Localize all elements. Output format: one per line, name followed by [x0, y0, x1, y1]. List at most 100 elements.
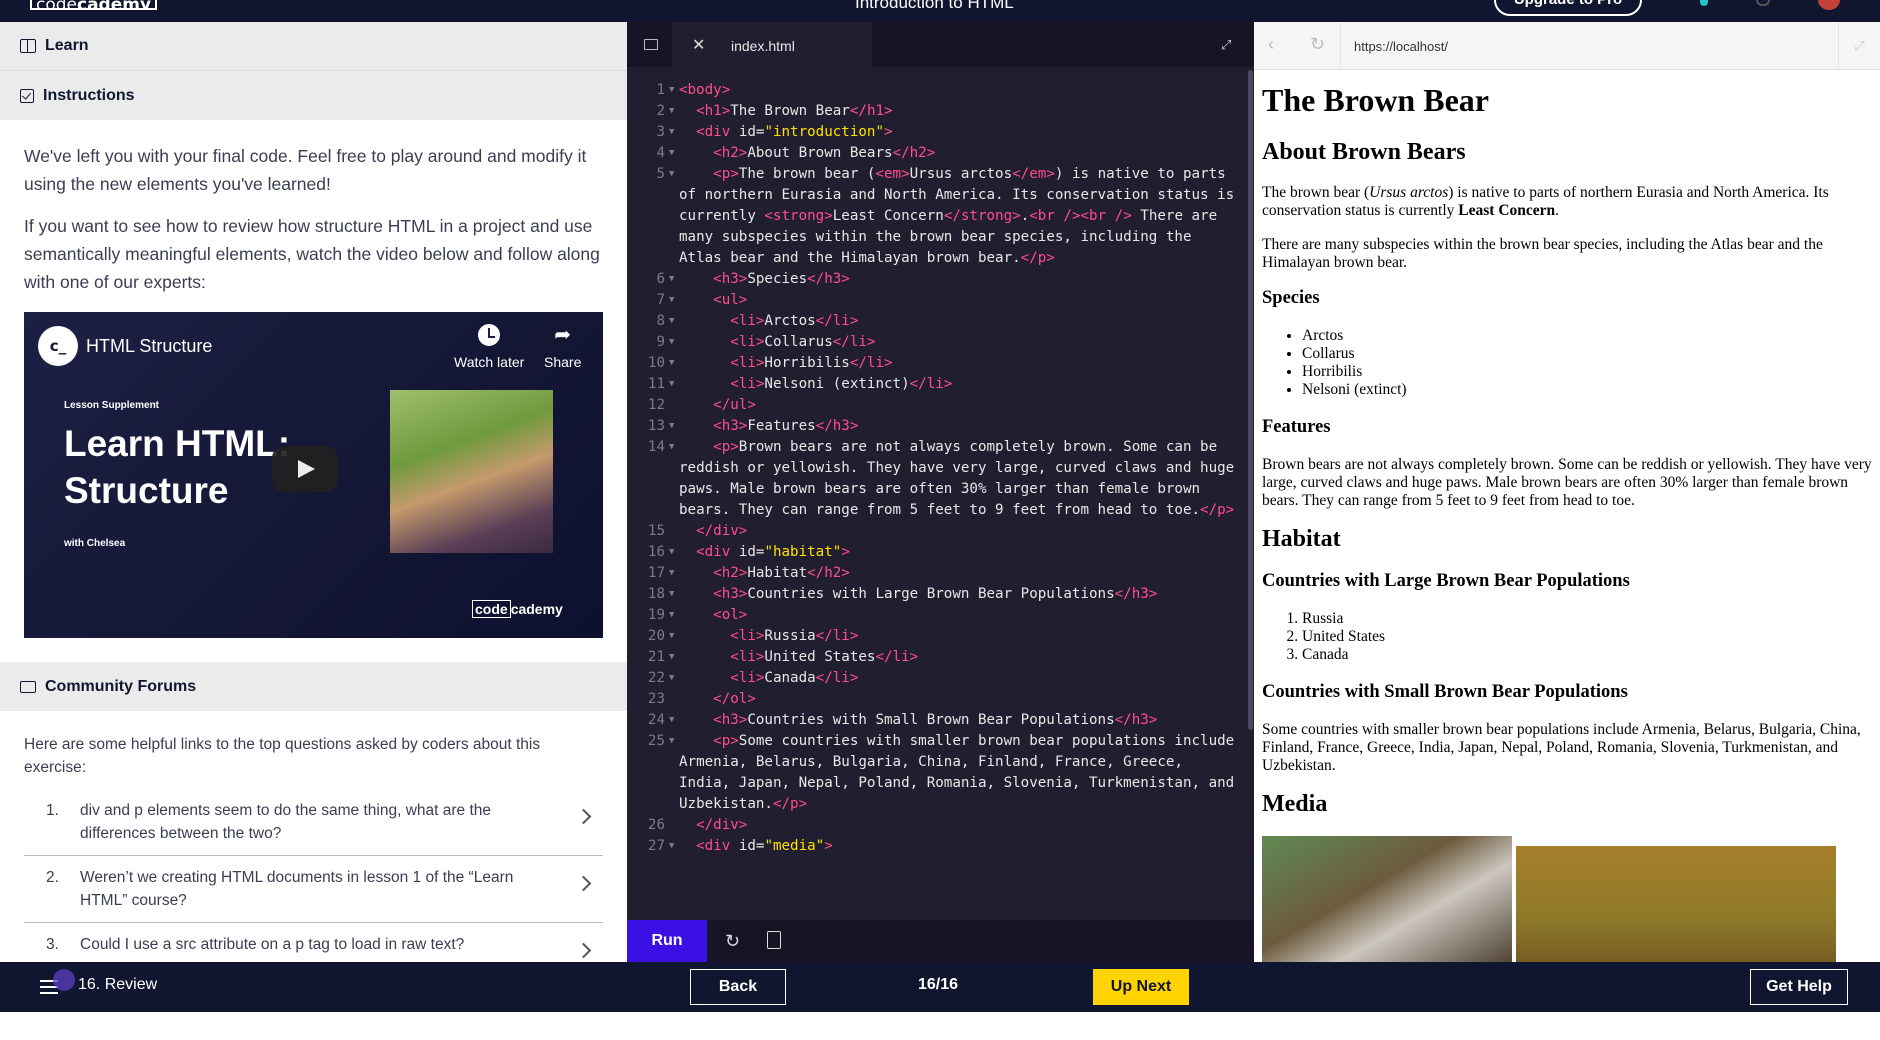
fold-icon[interactable]: ▼ — [669, 164, 679, 269]
code-line: 4 ▼ <h2>About Brown Bears</h2> — [627, 143, 1242, 164]
fold-icon[interactable]: ▼ — [669, 668, 679, 689]
line-number: 10 — [647, 355, 665, 371]
code-text: <li>Collarus</li> — [730, 334, 876, 350]
code-area[interactable]: 1 ▼ <body> 2 ▼ <h1>The Brown Bear</h1> 3 ▼ <… — [627, 80, 1242, 857]
url-field[interactable]: https://localhost/ — [1354, 39, 1448, 54]
clock-icon — [478, 324, 501, 346]
video-brand-logo: code cademy — [472, 600, 563, 618]
fold-icon[interactable]: ▼ — [669, 416, 679, 437]
instructions-paragraph-1: We've left you with your final code. Fee… — [24, 146, 587, 194]
code-text: <h3>Countries with Small Brown Bear Popu… — [713, 712, 1158, 728]
list-item: Horribilis — [1302, 363, 1872, 381]
code-text: <h2>Habitat</h2> — [713, 565, 850, 581]
code-text: <li>Russia</li> — [730, 628, 859, 644]
code-line: 17 ▼ <h2>Habitat</h2> — [627, 563, 1242, 584]
fold-icon[interactable]: ▼ — [669, 731, 679, 815]
avatar[interactable] — [1818, 0, 1840, 10]
fold-icon[interactable]: ▼ — [669, 353, 679, 374]
page-bottom-strip — [0, 1012, 1880, 1040]
intro-paragraph: The brown bear (Ursus arctos) is native … — [1262, 184, 1872, 220]
instructions-section-header[interactable]: Instructions — [0, 71, 627, 120]
code-text: <body> — [679, 82, 731, 98]
code-text: <li>Canada</li> — [730, 670, 859, 686]
fold-icon[interactable]: ▼ — [669, 626, 679, 647]
back-button[interactable]: Back — [690, 969, 786, 1005]
line-number: 11 — [647, 376, 665, 392]
fold-icon[interactable]: ▼ — [669, 836, 679, 857]
code-text: <p>Some countries with smaller brown bea… — [679, 733, 1243, 812]
fold-icon[interactable]: ▼ — [669, 332, 679, 353]
forum-link-3[interactable]: 3. Could I use a src attribute on a p ta… — [24, 923, 603, 962]
fold-icon[interactable]: ▼ — [669, 647, 679, 668]
fold-icon[interactable]: ▼ — [669, 563, 679, 584]
line-number: 24 — [647, 712, 665, 728]
play-button-icon[interactable] — [272, 446, 338, 492]
chevron-right-icon — [575, 875, 592, 892]
code-line: 15 </div> — [627, 521, 1242, 542]
fold-icon[interactable]: ▼ — [669, 269, 679, 290]
code-text: <div id="media"> — [696, 838, 833, 854]
upgrade-to-pro-button[interactable]: Upgrade to Pro — [1494, 0, 1642, 16]
fold-icon[interactable]: ▼ — [669, 605, 679, 626]
run-button[interactable]: Run — [627, 920, 707, 962]
current-lesson-label[interactable]: 16. Review — [78, 976, 157, 994]
folder-icon[interactable] — [644, 39, 658, 50]
refresh-icon[interactable]: ↻ — [725, 931, 740, 952]
tab-filename: index.html — [731, 38, 795, 54]
code-text: <li>Nelsoni (extinct)</li> — [730, 376, 953, 392]
bell-icon[interactable] — [1756, 0, 1770, 6]
fold-icon[interactable]: ▼ — [669, 122, 679, 143]
fold-icon[interactable]: ▼ — [669, 710, 679, 731]
forum-link-1[interactable]: 1. div and p elements seem to do the sam… — [24, 789, 603, 856]
tab-index-html[interactable]: ✕ index.html — [672, 22, 872, 67]
codecademy-logo[interactable]: codecademy — [30, 0, 158, 10]
watch-later-button[interactable]: Watch later — [454, 324, 524, 370]
editor-scrollbar[interactable] — [1248, 70, 1253, 730]
channel-logo[interactable]: c_ — [38, 326, 78, 366]
fold-icon[interactable]: ▼ — [669, 101, 679, 122]
code-line: 20 ▼ <li>Russia</li> — [627, 626, 1242, 647]
back-arrow-icon[interactable]: ‹ — [1268, 34, 1274, 55]
get-help-button[interactable]: Get Help — [1750, 969, 1848, 1005]
code-line: 18 ▼ <h3>Countries with Large Brown Bear … — [627, 584, 1242, 605]
fold-icon[interactable]: ▼ — [669, 542, 679, 563]
fold-icon[interactable]: ▼ — [669, 311, 679, 332]
fold-icon[interactable]: ▼ — [669, 143, 679, 164]
reload-icon[interactable]: ↻ — [1310, 34, 1325, 55]
fold-icon[interactable]: ▼ — [669, 374, 679, 395]
chevron-right-icon — [575, 942, 592, 959]
bear-image-1 — [1262, 836, 1512, 962]
learn-section-header[interactable]: Learn — [0, 22, 627, 71]
lesson-title: Introduction to HTML — [855, 0, 1014, 12]
code-line: 21 ▼ <li>United States</li> — [627, 647, 1242, 668]
code-line: 12 </ul> — [627, 395, 1242, 416]
forum-link-2[interactable]: 2. Weren’t we creating HTML documents in… — [24, 856, 603, 923]
code-text: <li>United States</li> — [730, 649, 919, 665]
code-line: 14 ▼ <p>Brown bears are not always comple… — [627, 437, 1242, 521]
up-next-button[interactable]: Up Next — [1093, 969, 1189, 1005]
fold-icon[interactable]: ▼ — [669, 437, 679, 521]
share-label: Share — [544, 354, 582, 370]
code-line: 6 ▼ <h3>Species</h3> — [627, 269, 1242, 290]
small-populations-paragraph: Some countries with smaller brown bear p… — [1262, 721, 1861, 774]
video-player[interactable]: c_ HTML Structure Watch later ➦ Share Le… — [24, 312, 603, 638]
line-number: 2 — [656, 103, 665, 119]
about-heading: About Brown Bears — [1262, 139, 1466, 165]
close-icon[interactable]: ✕ — [692, 35, 705, 55]
list-item: Canada — [1302, 646, 1872, 664]
top-navigation-bar: codecademy Introduction to HTML Upgrade … — [0, 0, 1880, 22]
fold-icon[interactable]: ▼ — [669, 290, 679, 311]
code-text: <ol> — [713, 607, 748, 623]
clipboard-icon[interactable] — [767, 931, 781, 949]
expand-icon[interactable]: ⤢ — [1838, 22, 1880, 70]
line-number: 21 — [647, 649, 665, 665]
share-button[interactable]: ➦ Share — [544, 324, 581, 370]
fold-icon[interactable]: ▼ — [669, 80, 679, 101]
fold-icon[interactable]: ▼ — [669, 584, 679, 605]
media-images — [1262, 836, 1872, 962]
video-title[interactable]: HTML Structure — [86, 336, 212, 357]
code-line: 5 ▼ <p>The brown bear (<em>Ursus arctos</… — [627, 164, 1242, 269]
expand-icon[interactable]: ⤢ — [1221, 37, 1231, 53]
line-number: 22 — [647, 670, 665, 686]
community-forums-header[interactable]: Community Forums — [0, 662, 627, 711]
